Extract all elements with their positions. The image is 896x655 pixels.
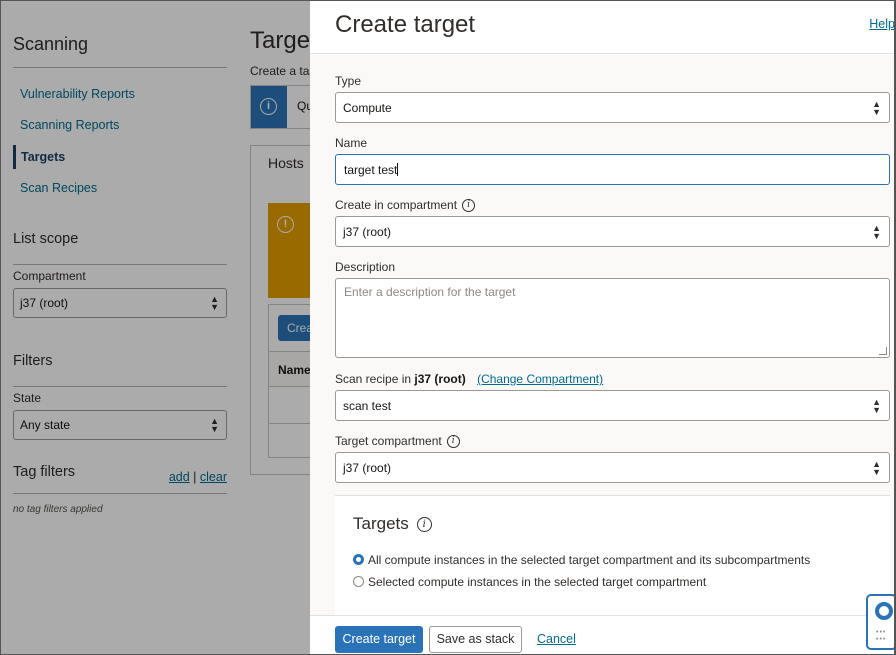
resize-handle-icon[interactable] [879, 347, 887, 355]
scan-recipe-select[interactable]: scan test ▲ ▼ [335, 390, 890, 421]
radio-unselected-icon[interactable] [353, 576, 364, 587]
radio-selected-instances[interactable]: Selected compute instances in the select… [353, 575, 706, 589]
info-icon[interactable]: i [462, 199, 476, 213]
type-select-value: Compute [343, 101, 392, 115]
text-cursor [397, 163, 399, 176]
drawer-header: Create target Help [310, 1, 894, 54]
scan-recipe-compartment-name: j37 (root) [414, 372, 466, 386]
radio-all-instances-label: All compute instances in the selected ta… [368, 553, 811, 567]
radio-all-instances[interactable]: All compute instances in the selected ta… [353, 553, 810, 567]
radio-selected-icon[interactable] [353, 554, 364, 565]
name-input-value: target test [344, 163, 398, 177]
name-label: Name [335, 136, 368, 150]
description-label: Description [335, 260, 396, 274]
create-target-drawer: Create target Help Type Compute ▲ ▼ Name … [310, 1, 894, 654]
drawer-title: Create target [335, 11, 476, 38]
description-placeholder: Enter a description for the target [344, 285, 516, 299]
radio-selected-instances-label: Selected compute instances in the select… [368, 575, 707, 589]
info-icon[interactable]: i [446, 435, 460, 449]
chevron-updown-icon: ▲ ▼ [872, 397, 881, 415]
help-link[interactable]: Help [869, 17, 894, 31]
change-compartment-link[interactable]: (Change Compartment) [477, 372, 603, 386]
targets-title: Targets i [353, 514, 432, 534]
target-compartment-label-text: Target compartment [335, 434, 442, 448]
chevron-updown-icon: ▲ ▼ [872, 459, 881, 477]
target-compartment-select[interactable]: j37 (root) ▲ ▼ [335, 452, 890, 483]
grid-dots-icon: ••• ••• [876, 629, 887, 643]
create-in-compartment-label-text: Create in compartment [335, 198, 458, 212]
chevron-updown-icon: ▲ ▼ [872, 99, 881, 117]
description-textarea[interactable]: Enter a description for the target [335, 278, 890, 358]
target-compartment-label: Target compartment i [335, 434, 460, 449]
targets-section: Targets i All compute instances in the se… [335, 495, 890, 615]
lifebuoy-icon [875, 602, 893, 620]
type-label: Type [335, 74, 362, 88]
scan-recipe-label-prefix: Scan recipe in [335, 372, 412, 386]
type-select[interactable]: Compute ▲ ▼ [335, 92, 890, 123]
scan-recipe-label: Scan recipe in j37 (root) (Change Compar… [335, 372, 603, 386]
drawer-body: Type Compute ▲ ▼ Name target test Create … [310, 55, 894, 615]
drawer-footer: Create target Save as stack Cancel [310, 615, 894, 654]
cancel-button[interactable]: Cancel [537, 632, 576, 646]
create-in-compartment-label: Create in compartment i [335, 198, 476, 213]
create-in-compartment-value: j37 (root) [343, 225, 392, 239]
create-target-button[interactable]: Create target [335, 626, 423, 653]
target-compartment-value: j37 (root) [343, 461, 392, 475]
chevron-updown-icon: ▲ ▼ [872, 223, 881, 241]
app-window: Scanning Vulnerability Reports Scanning … [0, 0, 896, 655]
name-input[interactable]: target test [335, 154, 890, 185]
targets-title-text: Targets [353, 514, 409, 533]
create-in-compartment-select[interactable]: j37 (root) ▲ ▼ [335, 216, 890, 247]
info-icon[interactable]: i [416, 517, 432, 533]
scan-recipe-value: scan test [343, 399, 392, 413]
help-widget[interactable]: ••• ••• [866, 594, 894, 650]
save-as-stack-button[interactable]: Save as stack [429, 626, 522, 653]
